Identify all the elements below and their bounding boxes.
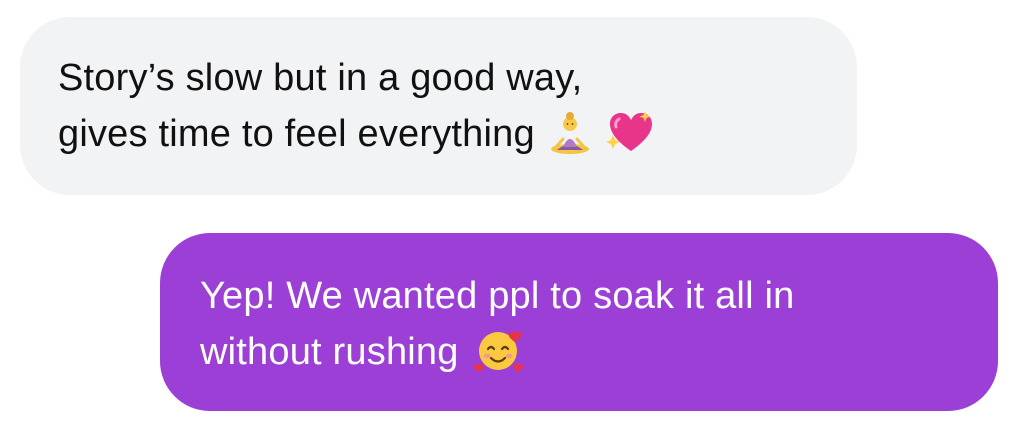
message-line: gives time to feel everything <box>58 106 857 162</box>
message-line: Yep! We wanted ppl to soak it all in <box>200 275 795 317</box>
received-message-bubble[interactable]: Story’s slow but in a good way, gives ti… <box>20 17 857 195</box>
message-line-text: gives time to feel everything <box>58 113 535 155</box>
woman-in-lotus-position-icon <box>547 109 593 155</box>
message-thread: Story’s slow but in a good way, gives ti… <box>0 0 1021 428</box>
sent-message-bubble[interactable]: Yep! We wanted ppl to soak it all in wit… <box>160 233 998 411</box>
message-line: without rushing <box>200 324 998 380</box>
smiling-face-with-hearts-icon <box>471 325 525 375</box>
message-line-text: without rushing <box>200 331 459 373</box>
sparkling-heart-icon <box>605 109 657 155</box>
message-line: Story’s slow but in a good way, <box>58 57 583 99</box>
